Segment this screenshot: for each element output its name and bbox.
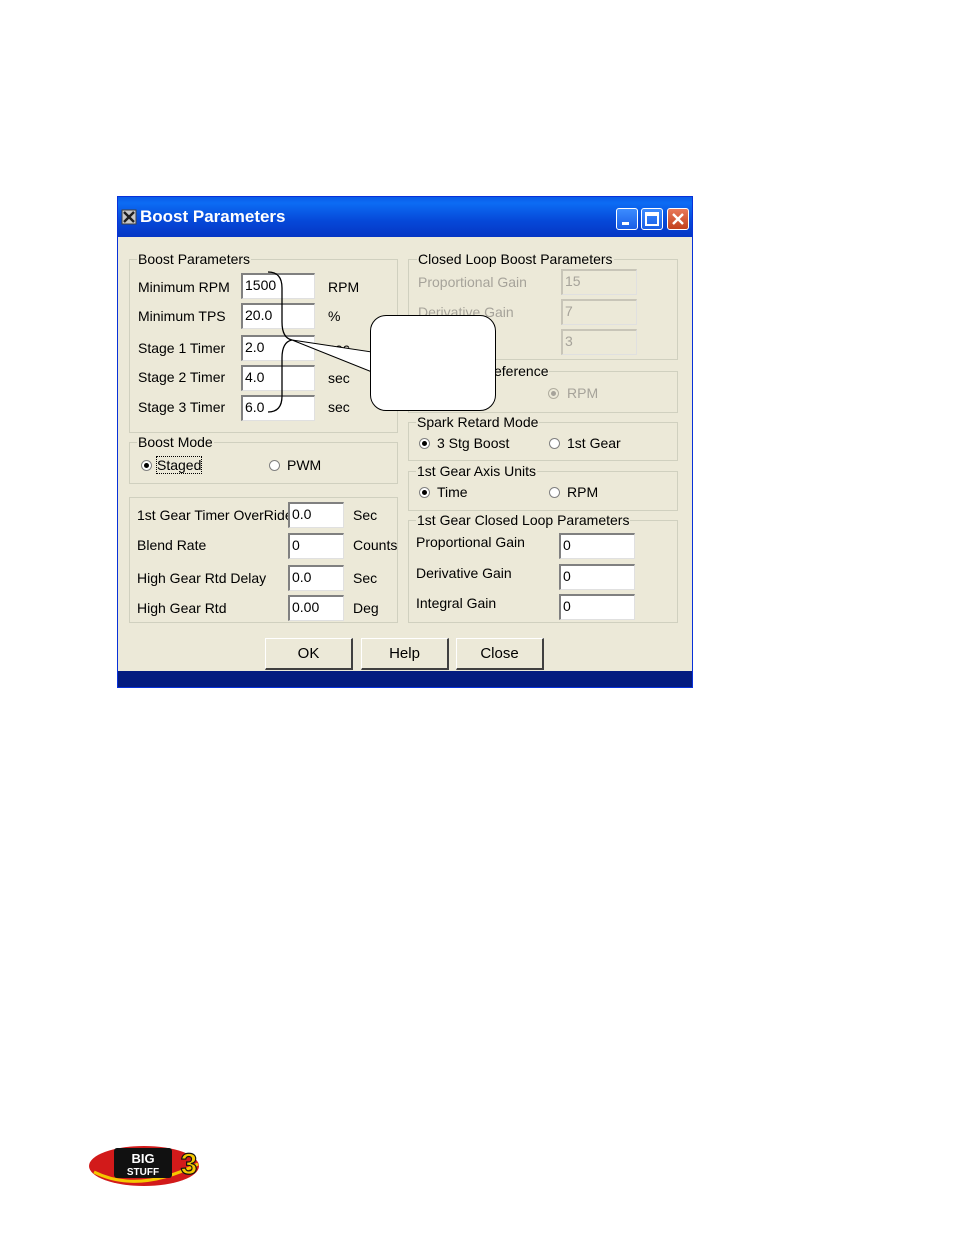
callout-pointer — [291, 339, 373, 373]
annotation-brace — [267, 271, 293, 413]
logo-text-stuff: STUFF — [127, 1167, 159, 1178]
annotation-overlay — [267, 271, 373, 413]
logo-text-3: 3 — [181, 1148, 198, 1181]
logo-text-big: BIG — [131, 1151, 154, 1166]
big-stuff-3-logo: BIG STUFF 3 — [89, 1146, 199, 1186]
callout-box — [370, 315, 496, 411]
callout-seam — [371, 351, 374, 373]
